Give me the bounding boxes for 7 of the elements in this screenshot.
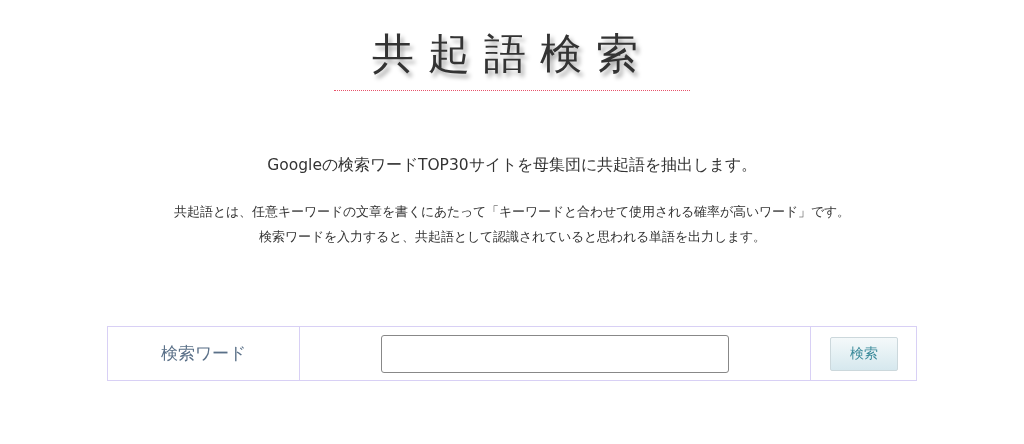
headline: Googleの検索ワードTOP30サイトを母集団に共起語を抽出します。: [267, 155, 757, 176]
field-label: 検索ワード: [161, 342, 246, 365]
description-text: 共起語とは、任意キーワードの文章を書くにあたって「キーワードと合わせて使用される確率が高いワード」です。: [174, 204, 850, 221]
search-button[interactable]: 検索: [829, 336, 898, 371]
search-field[interactable]: [381, 334, 729, 373]
site-logo: 共起語検索: [372, 28, 652, 80]
description-text: 検索ワードを入力すると、共起語として認識されていると思われる単語を出力します。: [258, 229, 766, 246]
